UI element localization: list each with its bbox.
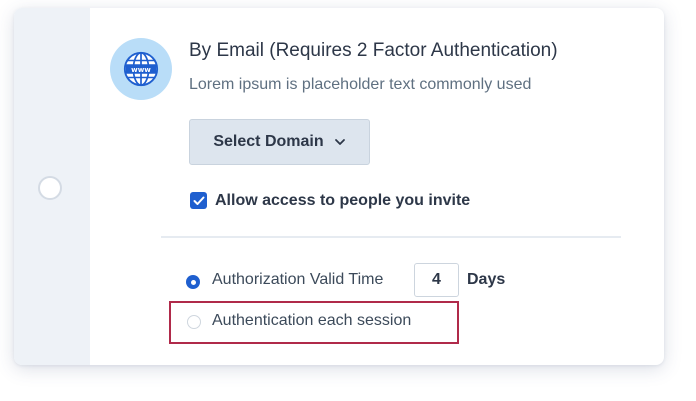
- globe-www-icon: www: [110, 38, 172, 100]
- each-session-radio[interactable]: [187, 315, 201, 329]
- valid-time-radio[interactable]: [186, 275, 200, 289]
- valid-days-input[interactable]: [414, 263, 459, 297]
- days-unit-label: Days: [467, 271, 506, 288]
- option-description: Lorem ipsum is placeholder text commonly…: [189, 76, 532, 93]
- each-session-label[interactable]: Authentication each session: [212, 312, 411, 330]
- email-auth-option-card: www By Email (Requires 2 Factor Authenti…: [14, 8, 664, 365]
- option-selector-rail: [14, 8, 90, 365]
- section-divider: [161, 236, 621, 238]
- option-title: By Email (Requires 2 Factor Authenticati…: [189, 40, 558, 61]
- chevron-down-icon: [334, 139, 345, 145]
- checkmark-icon: [193, 196, 204, 205]
- valid-time-label[interactable]: Authorization Valid Time: [212, 271, 383, 289]
- allow-access-label[interactable]: Allow access to people you invite: [215, 192, 470, 210]
- option-radio-button[interactable]: [38, 176, 62, 200]
- allow-access-checkbox[interactable]: [190, 192, 207, 209]
- select-domain-label: Select Domain: [213, 133, 324, 150]
- select-domain-button[interactable]: Select Domain: [189, 119, 370, 165]
- svg-text:www: www: [131, 65, 151, 74]
